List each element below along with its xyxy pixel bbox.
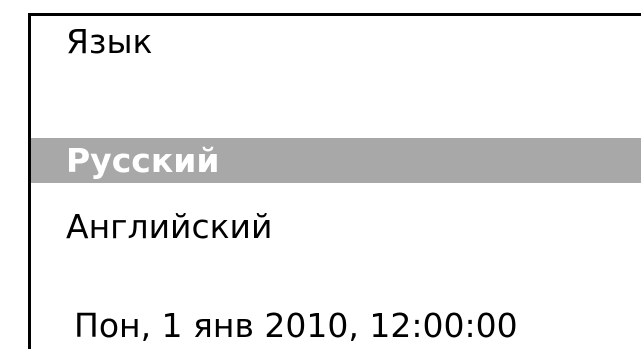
menu-title: Язык [66,22,153,61]
menu-item-english[interactable]: Английский [31,204,641,249]
frame-top-border [28,13,641,16]
menu-item-russian[interactable]: Русский [31,138,641,183]
language-menu-screen: Язык Русский Английский Пон, 1 янв 2010,… [0,0,641,349]
datetime-display: Пон, 1 янв 2010, 12:00:00 [74,306,518,345]
